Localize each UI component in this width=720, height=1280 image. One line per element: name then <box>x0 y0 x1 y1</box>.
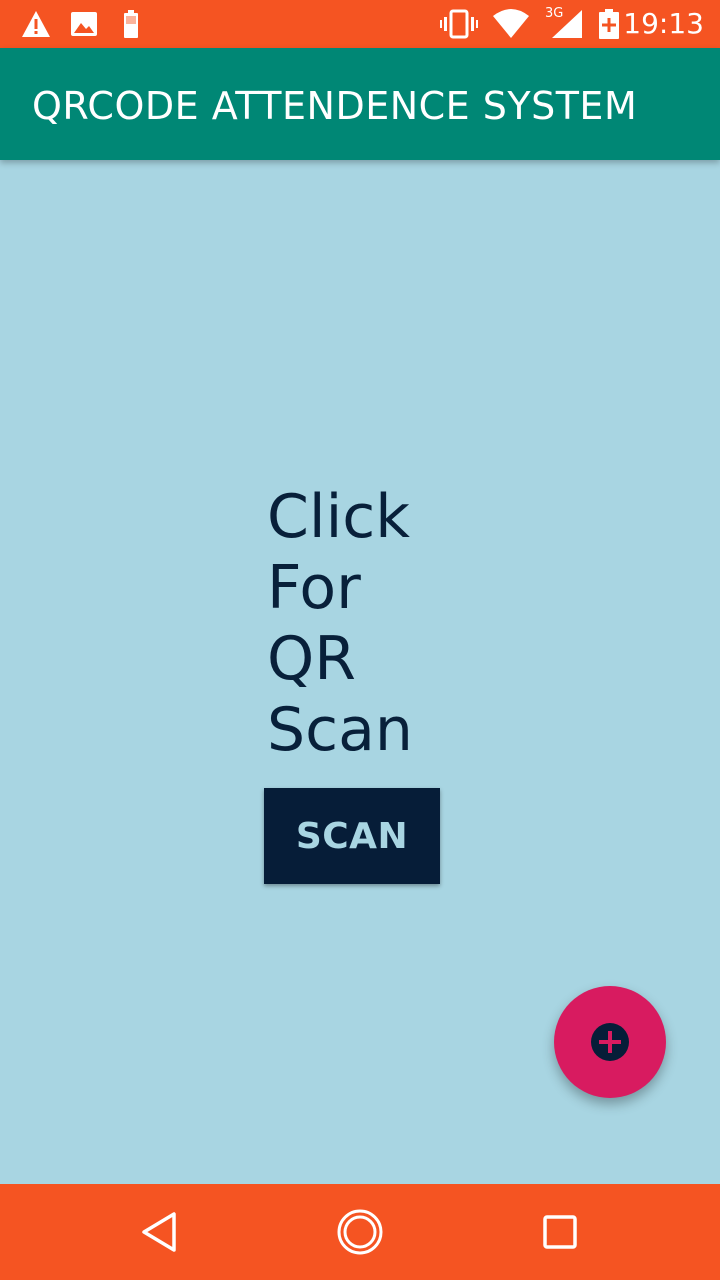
app-bar: QRCODE ATTENDENCE SYSTEM <box>0 48 720 160</box>
scan-prompt: Click For QR Scan <box>267 482 437 766</box>
prompt-line: For <box>267 553 361 623</box>
scan-button[interactable]: SCAN <box>264 788 440 884</box>
add-fab-button[interactable] <box>554 986 666 1098</box>
status-bar: 3G 19:13 <box>0 0 720 48</box>
image-icon <box>71 12 97 36</box>
warning-icon <box>22 11 50 37</box>
vibrate-icon <box>440 9 478 39</box>
status-time: 19:13 <box>623 7 704 40</box>
cell-signal-icon <box>552 10 582 38</box>
app-title: QRCODE ATTENDENCE SYSTEM <box>32 84 638 128</box>
battery-small-icon <box>124 10 138 38</box>
app-screen: 3G 19:13 QRCODE ATTENDENCE SYSTEM Click … <box>0 0 720 1280</box>
prompt-line: Scan <box>267 695 413 765</box>
prompt-line: QR <box>267 624 356 694</box>
navigation-bar <box>0 1184 720 1280</box>
add-circle-icon <box>591 1023 629 1061</box>
wifi-icon <box>493 9 529 38</box>
back-button[interactable] <box>136 1208 184 1256</box>
recents-button[interactable] <box>536 1208 584 1256</box>
recents-icon <box>543 1215 577 1249</box>
back-icon <box>142 1212 176 1252</box>
home-button[interactable] <box>336 1208 384 1256</box>
battery-charging-icon <box>599 9 619 39</box>
home-icon <box>337 1209 383 1255</box>
prompt-line: Click <box>267 482 410 552</box>
